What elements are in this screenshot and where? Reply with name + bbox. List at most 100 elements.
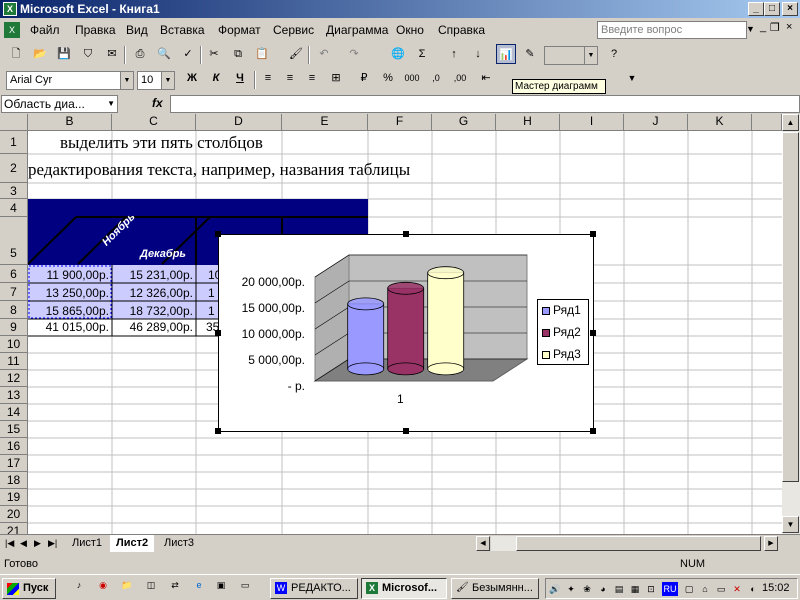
select-all-corner[interactable] (0, 114, 28, 131)
fx-icon[interactable]: fx (152, 96, 163, 110)
next-sheet-icon[interactable]: ▶ (34, 538, 41, 549)
resize-handle[interactable] (403, 231, 409, 237)
row-header[interactable]: 18 (0, 472, 28, 489)
horizontal-scrollbar[interactable] (491, 536, 761, 551)
sort-desc-icon[interactable]: ↓ (468, 44, 488, 64)
row-header[interactable]: 2 (0, 154, 28, 183)
doc-close-button[interactable]: × (786, 21, 792, 33)
tab-sheet3[interactable]: Лист3 (158, 535, 201, 552)
menu-insert[interactable]: Вставка (160, 23, 205, 37)
redo-icon[interactable]: ↷ (344, 44, 364, 64)
excel-icon[interactable]: X (3, 2, 17, 16)
row-header[interactable]: 3 (0, 183, 28, 199)
row-header[interactable]: 17 (0, 455, 28, 472)
menu-tools[interactable]: Сервис (273, 23, 314, 37)
resize-handle[interactable] (215, 428, 221, 434)
minimize-button[interactable]: _ (748, 2, 764, 16)
cut-icon[interactable]: ✂ (204, 44, 224, 64)
resize-handle[interactable] (403, 428, 409, 434)
column-header-k[interactable]: K (688, 114, 752, 131)
row-header[interactable]: 19 (0, 489, 28, 506)
start-button[interactable]: Пуск (2, 578, 56, 599)
row-header[interactable]: 6 (0, 265, 28, 283)
bold-button[interactable]: Ж (182, 68, 202, 88)
header-december[interactable]: Декабрь (140, 248, 186, 260)
task-paint[interactable]: 🖌 Безымянн... (451, 578, 539, 599)
sort-asc-icon[interactable]: ↑ (444, 44, 464, 64)
first-sheet-icon[interactable]: |◀ (5, 538, 14, 549)
doc-restore-button[interactable]: ❐ (770, 21, 780, 34)
row-header[interactable]: 1 (0, 131, 28, 154)
spelling-icon[interactable]: ✓ (178, 44, 198, 64)
row-header[interactable]: 12 (0, 370, 28, 387)
name-box[interactable]: Область диа... ▼ (1, 95, 118, 113)
desktop-icon[interactable]: ▭ (238, 578, 252, 592)
formula-input[interactable] (170, 95, 800, 113)
font-size-select[interactable]: 10 ▼ (137, 71, 175, 90)
new-icon[interactable]: 🗋 (6, 44, 26, 64)
row-header[interactable]: 9 (0, 319, 28, 336)
chart-wizard-icon[interactable]: 📊 (496, 44, 516, 64)
tray-app-icon[interactable]: ✦ (564, 582, 578, 596)
resize-handle[interactable] (215, 231, 221, 237)
autosum-icon[interactable]: Σ (412, 44, 432, 64)
column-header-h[interactable]: H (496, 114, 560, 131)
row-header[interactable]: 14 (0, 404, 28, 421)
vertical-scrollbar[interactable]: ▲ ▼ (782, 114, 800, 534)
tray-app-icon[interactable]: ✕ (730, 582, 744, 596)
column-header-l[interactable] (752, 114, 782, 131)
hscroll-thumb[interactable] (516, 536, 761, 551)
ask-question-input[interactable]: Введите вопрос (597, 21, 747, 39)
increase-decimal-icon[interactable]: ,0 (426, 68, 446, 88)
align-center-icon[interactable]: ≡ (280, 68, 300, 88)
row-header[interactable]: 10 (0, 336, 28, 353)
scroll-thumb[interactable] (782, 132, 799, 482)
tray-app-icon[interactable]: ▢ (682, 582, 696, 596)
tray-app-icon[interactable]: ⌂ (698, 582, 712, 596)
tray-app-icon[interactable]: ▤ (612, 582, 626, 596)
close-button[interactable]: × (782, 2, 798, 16)
underline-button[interactable]: Ч (230, 68, 250, 88)
cell-c9[interactable]: 46 289,00р. (112, 319, 196, 336)
merge-center-icon[interactable]: ⊞ (326, 68, 346, 88)
decrease-indent-icon[interactable]: ⇤ (476, 68, 496, 88)
drawing-icon[interactable]: ✎ (520, 44, 540, 64)
cell-b6[interactable]: 11 900,00р. (28, 266, 112, 284)
media-icon[interactable]: ▣ (214, 578, 228, 592)
explorer-icon[interactable]: ◫ (144, 578, 158, 592)
office-icon[interactable]: ◉ (96, 578, 110, 592)
open-icon[interactable]: 📂 (30, 44, 50, 64)
dropdown-arrow-icon[interactable]: ▼ (746, 24, 755, 34)
embedded-chart[interactable]: Ряд1 Ряд2 Ряд3 1 20 000,00р. 15 000,00р.… (215, 231, 596, 434)
menu-format[interactable]: Формат (218, 23, 261, 37)
row-header[interactable]: 4 (0, 199, 28, 217)
cell-b1[interactable]: выделить эти пять столбцов (60, 133, 263, 153)
row-header[interactable]: 8 (0, 301, 28, 319)
doc-minimize-button[interactable]: _ (760, 21, 766, 33)
copy-icon[interactable]: ⧉ (228, 44, 248, 64)
workbook-icon[interactable]: X (4, 22, 20, 38)
cell-c8[interactable]: 18 732,00р. (112, 302, 196, 320)
scroll-down-icon[interactable]: ▼ (782, 516, 799, 533)
tray-app-icon[interactable]: ◕ (596, 582, 610, 596)
font-select[interactable]: Arial Cyr ▼ (6, 71, 134, 90)
email-icon[interactable]: ✉ (102, 44, 122, 64)
network-icon[interactable]: ⇄ (168, 578, 182, 592)
ie-icon[interactable]: e (192, 578, 206, 592)
column-header-c[interactable]: C (112, 114, 196, 131)
row-header[interactable]: 7 (0, 283, 28, 301)
decrease-decimal-icon[interactable]: ,00 (450, 68, 470, 88)
undo-icon[interactable]: ↶ (314, 44, 334, 64)
align-right-icon[interactable]: ≡ (302, 68, 322, 88)
cell-a2[interactable]: редактирования текста, например, названи… (28, 160, 410, 180)
menu-help[interactable]: Справка (438, 23, 485, 37)
print-icon[interactable]: ⎙ (130, 44, 150, 64)
scroll-left-icon[interactable]: ◀ (476, 536, 490, 551)
cell-c7[interactable]: 12 326,00р. (112, 284, 196, 302)
task-excel[interactable]: X Microsof... (361, 578, 447, 599)
print-preview-icon[interactable]: 🔍 (154, 44, 174, 64)
language-indicator[interactable]: RU (662, 582, 678, 596)
resize-handle[interactable] (590, 231, 596, 237)
format-painter-icon[interactable]: 🖌 (286, 44, 306, 64)
row-header[interactable]: 21 (0, 523, 28, 534)
